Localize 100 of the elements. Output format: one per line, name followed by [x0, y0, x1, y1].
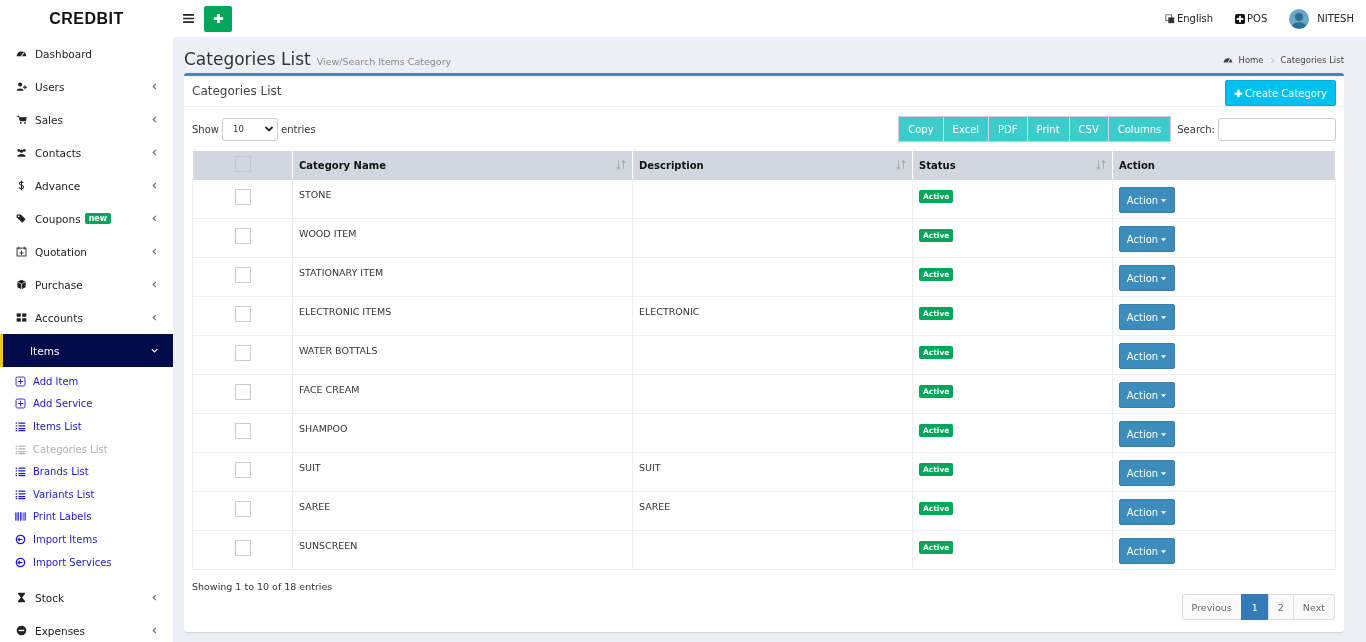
- pagination-button[interactable]: Previous: [1181, 594, 1242, 620]
- column-header[interactable]: Category Name: [299, 159, 386, 171]
- table-cell: STONE: [299, 189, 332, 200]
- table-cell: STATIONARY ITEM: [299, 267, 384, 278]
- table-info: Showing 1 to 10 of 18 entries: [191, 580, 334, 592]
- language-link[interactable]: English: [1164, 13, 1213, 24]
- sidebar-item[interactable]: Sales: [0, 103, 173, 136]
- sidebar-item[interactable]: Contacts: [0, 136, 173, 169]
- chevron-down-icon: [264, 124, 274, 134]
- page-length-select[interactable]: 10: [222, 117, 278, 141]
- chevron-left-icon: [150, 115, 159, 124]
- submenu-item[interactable]: Variants List: [0, 482, 173, 506]
- show-label: Show: [192, 123, 219, 135]
- submenu-item[interactable]: Items List: [0, 415, 173, 438]
- action-button[interactable]: Action: [1119, 421, 1175, 447]
- new-badge: new: [84, 213, 112, 224]
- action-button[interactable]: Action: [1119, 538, 1175, 564]
- action-button[interactable]: Action: [1119, 382, 1175, 408]
- sidebar-item[interactable]: Stock: [0, 581, 173, 615]
- caret-down-icon: [1160, 235, 1168, 243]
- brand-logo[interactable]: CREDBIT: [49, 9, 124, 28]
- sidebar-item[interactable]: Coupons new: [0, 202, 173, 235]
- calendar-plus-icon: [16, 246, 27, 257]
- column-header[interactable]: Action: [1119, 159, 1155, 171]
- list-icon: [15, 466, 26, 478]
- row-checkbox[interactable]: [234, 540, 251, 556]
- barcode-icon: [15, 511, 26, 523]
- menu-icon: [183, 14, 194, 23]
- row-checkbox[interactable]: [234, 501, 251, 517]
- action-button[interactable]: Action: [1119, 343, 1175, 369]
- row-checkbox[interactable]: [234, 267, 251, 283]
- dollar-icon: [16, 180, 27, 191]
- submenu-item[interactable]: Add Service: [0, 392, 173, 416]
- dashboard-icon: [1222, 55, 1233, 65]
- user-add-icon: [16, 81, 27, 92]
- row-checkbox[interactable]: [234, 423, 251, 439]
- sidebar-item[interactable]: Expenses: [0, 614, 173, 642]
- submenu-item[interactable]: Add Item: [0, 370, 173, 393]
- plus-icon: [212, 13, 224, 24]
- sidebar-item[interactable]: Items: [0, 334, 173, 367]
- hourglass-icon: [16, 592, 27, 604]
- pagination-button[interactable]: Next: [1292, 594, 1335, 620]
- chevron-left-icon: [150, 593, 159, 603]
- plus-square-icon: [15, 375, 26, 387]
- table-cell: SUIT: [639, 462, 661, 473]
- column-header[interactable]: Description: [639, 159, 704, 171]
- table-cell: SUIT: [299, 462, 321, 473]
- search-label: Search:: [1177, 123, 1215, 135]
- row-checkbox[interactable]: [234, 384, 251, 400]
- row-checkbox[interactable]: [234, 306, 251, 322]
- chevron-right-icon: [1269, 56, 1275, 64]
- page-subtitle: View/Search Items Category: [316, 56, 452, 67]
- submenu-item[interactable]: Import Items: [0, 528, 173, 551]
- table-cell: WATER BOTTALS: [299, 345, 378, 356]
- sidebar-item[interactable]: Accounts: [0, 301, 173, 334]
- caret-down-icon: [1160, 391, 1168, 399]
- table-cell: SUNSCREEN: [299, 540, 358, 551]
- list-icon: [15, 488, 26, 500]
- breadcrumb-link[interactable]: Categories List: [1280, 55, 1344, 65]
- sidebar-item[interactable]: Purchase: [0, 268, 173, 301]
- action-button[interactable]: Action: [1119, 499, 1175, 525]
- sort-icon: [1096, 160, 1106, 170]
- table-cell: SAREE: [639, 501, 671, 512]
- caret-down-icon: [1160, 547, 1168, 555]
- caret-down-icon: [1160, 430, 1168, 438]
- dashboard-icon: [16, 48, 27, 59]
- submenu-item[interactable]: Print Labels: [0, 505, 173, 529]
- add-button[interactable]: [204, 5, 232, 32]
- caret-down-icon: [1160, 352, 1168, 360]
- action-button[interactable]: Action: [1119, 460, 1175, 486]
- submenu-item[interactable]: Import Services: [0, 550, 173, 574]
- user-menu[interactable]: NITESH: [1289, 8, 1354, 29]
- pagination-button[interactable]: 2: [1267, 594, 1294, 620]
- row-checkbox[interactable]: [234, 462, 251, 478]
- list-icon: [15, 443, 26, 455]
- search-field[interactable]: [1218, 117, 1336, 141]
- row-checkbox[interactable]: [234, 189, 251, 205]
- action-button[interactable]: Action: [1119, 187, 1175, 213]
- table-cell: SHAMPOO: [299, 423, 348, 434]
- panel-title: Categories List: [192, 84, 282, 98]
- row-checkbox[interactable]: [234, 345, 251, 361]
- table-cell: WOOD ITEM: [299, 228, 357, 239]
- column-header[interactable]: Status: [919, 159, 956, 171]
- sidebar-item[interactable]: Quotation: [0, 235, 173, 268]
- cube-icon: [16, 279, 27, 290]
- sidebar-item[interactable]: Users: [0, 70, 173, 103]
- pagination-button[interactable]: 1: [1240, 594, 1269, 620]
- sidebar-item[interactable]: Advance: [0, 169, 173, 202]
- caret-down-icon: [1160, 508, 1168, 516]
- plus-square-icon: [15, 398, 26, 410]
- action-button[interactable]: Action: [1119, 226, 1175, 252]
- sort-icon: [896, 160, 906, 170]
- sidebar-item[interactable]: Dashboard: [0, 37, 173, 70]
- action-button[interactable]: Action: [1119, 265, 1175, 291]
- action-button[interactable]: Action: [1119, 304, 1175, 330]
- row-checkbox[interactable]: [234, 228, 251, 244]
- breadcrumb-link[interactable]: Home: [1238, 55, 1264, 65]
- submenu-item[interactable]: Brands List: [0, 460, 173, 483]
- chevron-left-icon: [150, 313, 159, 322]
- pos-link[interactable]: POS: [1235, 13, 1268, 24]
